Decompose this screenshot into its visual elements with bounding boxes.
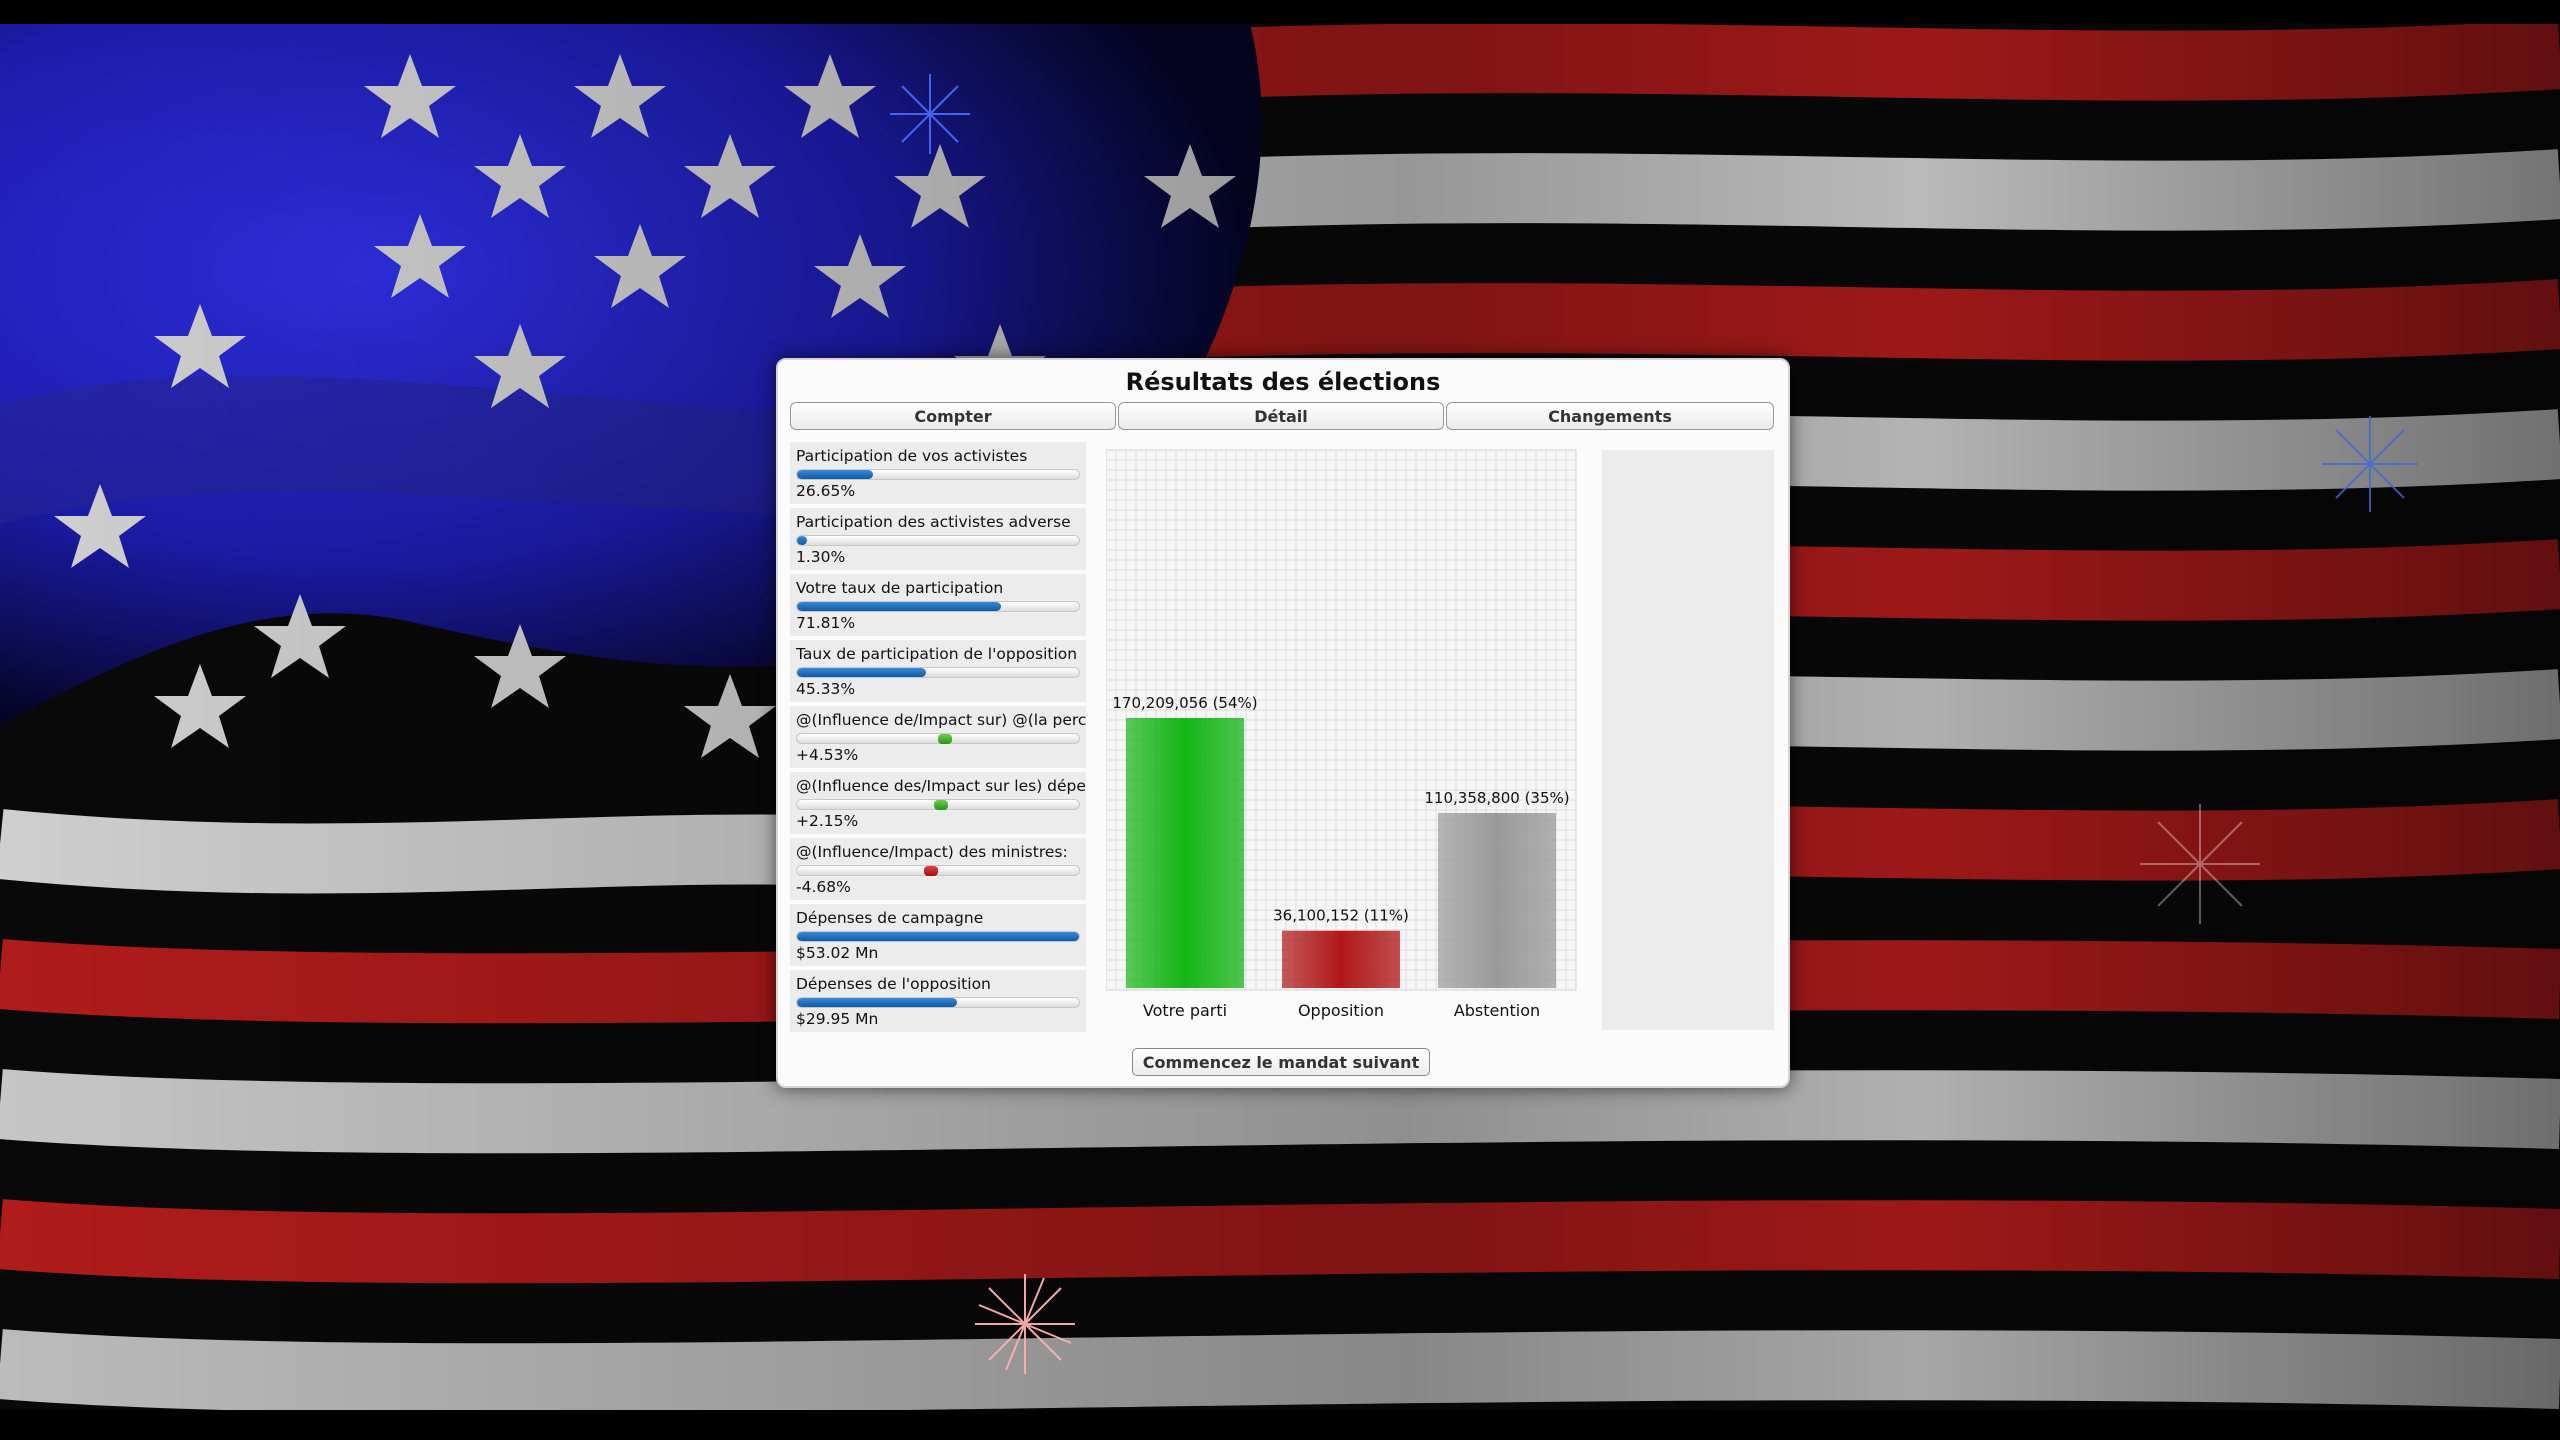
- stat-label: Dépenses de campagne: [796, 909, 984, 927]
- progress-fill: [797, 602, 1001, 611]
- stat-value: $53.02 Mn: [796, 944, 879, 962]
- stat-value: +2.15%: [796, 812, 859, 830]
- stat-value: 71.81%: [796, 614, 856, 632]
- progress-bar: [796, 535, 1080, 546]
- stat-your-turnout: Votre taux de participation 71.81%: [790, 574, 1086, 636]
- stat-opposing-activist-turnout: Participation des activistes adverse 1.3…: [790, 508, 1086, 570]
- stat-ministers-influence: @(Influence/Impact) des ministres: -4.68…: [790, 838, 1086, 900]
- bar-data-label: 170,209,056 (54%): [1112, 694, 1257, 712]
- category-label: Votre parti: [1143, 1001, 1227, 1020]
- delta-bar: [796, 865, 1080, 876]
- stat-label: Participation de vos activistes: [796, 447, 1028, 465]
- progress-bar: [796, 931, 1080, 942]
- stat-perception-influence: @(Influence de/Impact sur) @(la percepti…: [790, 706, 1086, 768]
- progress-bar: [796, 469, 1080, 480]
- progress-bar: [796, 601, 1080, 612]
- bar-opposition: [1282, 930, 1400, 988]
- category-label: Abstention: [1454, 1001, 1540, 1020]
- start-next-term-button[interactable]: Commencez le mandat suivant: [1132, 1048, 1430, 1076]
- stat-campaign-spending: Dépenses de campagne $53.02 Mn: [790, 904, 1086, 966]
- stat-spending-influence: @(Influence des/Impact sur les) dépenses…: [790, 772, 1086, 834]
- dialog-title: Résultats des élections: [1125, 368, 1441, 396]
- tab-detail[interactable]: Détail: [1118, 402, 1444, 430]
- stat-value: -4.68%: [796, 878, 851, 896]
- stat-label: Votre taux de participation: [796, 579, 1004, 597]
- stat-label: @(Influence des/Impact sur les) dépenses: [796, 777, 1086, 795]
- stat-label: @(Influence/Impact) des ministres:: [796, 843, 1068, 861]
- progress-fill: [797, 470, 873, 479]
- stat-opposition-spending: Dépenses de l'opposition $29.95 Mn: [790, 970, 1086, 1032]
- progress-bar: [796, 667, 1080, 678]
- bar-abstention: [1438, 812, 1556, 988]
- delta-marker: [938, 734, 953, 744]
- stat-label: @(Influence de/Impact sur) @(la percepti…: [796, 711, 1086, 729]
- stat-opposition-turnout: Taux de participation de l'opposition 45…: [790, 640, 1086, 702]
- delta-marker: [923, 866, 938, 876]
- bar-votre-parti: [1126, 718, 1244, 988]
- progress-fill: [797, 998, 958, 1007]
- progress-fill: [797, 932, 1079, 941]
- stat-value: 26.65%: [796, 482, 856, 500]
- election-results-dialog: Résultats des élections Compter Détail C…: [776, 358, 1790, 1088]
- stat-value: $29.95 Mn: [796, 1010, 879, 1028]
- results-chart: 170,209,056 (54%) Votre parti 36,100,152 (…: [1106, 448, 1586, 1068]
- bar-data-label: 110,358,800 (35%): [1424, 789, 1569, 807]
- stat-value: +4.53%: [796, 746, 859, 764]
- tab-compter[interactable]: Compter: [790, 402, 1116, 430]
- results-chart-svg: 170,209,056 (54%) Votre parti 36,100,152 (…: [1106, 449, 1577, 1020]
- bar-data-label: 36,100,152 (11%): [1273, 907, 1409, 925]
- category-label: Opposition: [1298, 1001, 1384, 1020]
- delta-marker: [934, 800, 949, 810]
- stat-label: Dépenses de l'opposition: [796, 975, 991, 993]
- stat-label: Participation des activistes adverse: [796, 513, 1071, 531]
- progress-bar: [796, 997, 1080, 1008]
- stat-value: 1.30%: [796, 548, 846, 566]
- progress-fill: [797, 536, 807, 545]
- stat-label: Taux de participation de l'opposition: [796, 645, 1078, 663]
- progress-fill: [797, 668, 926, 677]
- stat-activist-turnout: Participation de vos activistes 26.65%: [790, 442, 1086, 504]
- side-panel: [1602, 450, 1774, 1030]
- stat-value: 45.33%: [796, 680, 856, 698]
- tab-changements[interactable]: Changements: [1446, 402, 1774, 430]
